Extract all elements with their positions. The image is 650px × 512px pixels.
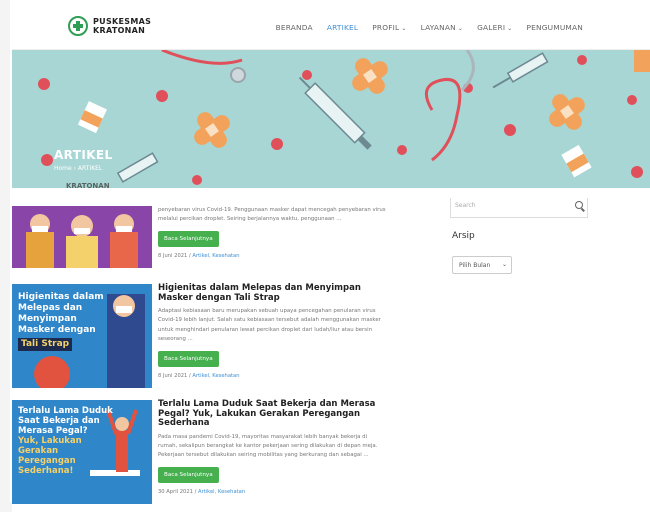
post-date: 30 April 2021	[158, 488, 193, 495]
nav-galeri[interactable]: GALERI ⌄	[477, 23, 512, 32]
read-more-button[interactable]: Baca Selanjutnya	[158, 350, 219, 367]
post-excerpt: penyebaran virus Covid-19. Penggunaan ma…	[158, 207, 386, 223]
breadcrumb[interactable]: Home › ARTIKEL	[54, 165, 102, 172]
post-title[interactable]: Higienitas dalam Melepas dan Menyimpan M…	[158, 283, 386, 303]
thumbnail-caption: Higienitas dalam	[18, 292, 104, 302]
nav-layanan[interactable]: LAYANAN ⌄	[421, 23, 464, 32]
thumbnail-caption: Yuk, Lakukan	[18, 436, 82, 446]
thumbnail-caption: Masker dengan	[18, 325, 96, 335]
site-logo[interactable]: PUSKESMAS KRATONAN	[68, 16, 151, 36]
nav-artikel[interactable]: ARTIKEL	[327, 23, 358, 32]
thumbnail-caption: Peregangan	[18, 456, 76, 466]
post-categories[interactable]: Artikel, Kesehatan	[192, 253, 239, 259]
medical-cross-icon	[68, 16, 88, 36]
archive-select-value: Pilih Bulan	[459, 262, 491, 269]
post-date: 8 Juni 2021	[158, 372, 188, 379]
thumbnail-caption: Merasa Pegal?	[18, 426, 88, 436]
post-meta: 8 Juni 2021 / Artikel, Kesehatan	[158, 252, 240, 259]
archive-heading: Arsip	[452, 231, 475, 241]
thumbnail-caption: Gerakan	[18, 446, 59, 456]
post-thumbnail[interactable]: Higienitas dalam Melepas dan Menyimpan M…	[12, 284, 152, 388]
post-categories[interactable]: Artikel, Kesehatan	[198, 489, 245, 495]
post-date: 8 Juni 2021	[158, 252, 188, 259]
nav-pengumuman[interactable]: PENGUMUMAN	[526, 23, 583, 32]
thumbnail-caption: Saat Bekerja dan	[18, 416, 100, 426]
brand-line-2: KRATONAN	[93, 26, 146, 35]
nav-profil[interactable]: PROFIL ⌄	[372, 23, 406, 32]
archive-month-select[interactable]: Pilih Bulan ⌄	[452, 256, 512, 274]
banner-illustration	[38, 50, 650, 185]
read-more-button[interactable]: Baca Selanjutnya	[158, 230, 219, 247]
nav-beranda[interactable]: BERANDA	[276, 23, 313, 32]
site-header: PUSKESMAS KRATONAN BERANDA ARTIKEL PROFI…	[12, 0, 650, 50]
thumbnail-caption: Terlalu Lama Duduk	[18, 406, 113, 416]
search-icon[interactable]	[575, 201, 583, 209]
chevron-down-icon: ⌄	[401, 25, 407, 32]
search-placeholder: Search	[455, 202, 476, 209]
chevron-down-icon: ⌄	[507, 25, 513, 32]
post-meta: 30 April 2021 / Artikel, Kesehatan	[158, 488, 246, 495]
post-meta: 8 Juni 2021 / Artikel, Kesehatan	[158, 372, 240, 379]
post-excerpt: Pada masa pandemi Covid-19, mayoritas ma…	[158, 433, 378, 459]
page-title: ARTIKEL	[54, 148, 113, 162]
post-title[interactable]: Terlalu Lama Duduk Saat Bekerja dan Mera…	[158, 399, 386, 429]
faded-logo-text: KRATONAN	[66, 182, 110, 190]
post-thumbnail[interactable]	[12, 206, 152, 268]
brand-line-1: PUSKESMAS	[93, 17, 152, 26]
post-categories[interactable]: Artikel, Kesehatan	[192, 373, 239, 379]
post-excerpt: Adaptasi kebiasaan baru merupakan sebuah…	[158, 308, 381, 343]
thumbnail-tag: Tali Strap	[18, 338, 73, 351]
chevron-down-icon: ⌄	[501, 261, 507, 268]
thumbnail-caption: Melepas dan	[18, 303, 83, 313]
post-thumbnail[interactable]: Terlalu Lama Duduk Saat Bekerja dan Mera…	[12, 400, 152, 504]
chevron-down-icon: ⌄	[457, 25, 464, 32]
main-content: KRATONAN penyebaran virus Covid-19. Peng…	[12, 182, 650, 512]
thumbnail-caption: Sederhana!	[18, 466, 74, 476]
thumbnail-caption: Menyimpan	[18, 314, 77, 324]
people-masks-illustration	[12, 206, 152, 268]
page-banner	[12, 50, 650, 188]
search-input[interactable]: Search	[450, 198, 588, 218]
main-nav: BERANDA ARTIKEL PROFIL ⌄ LAYANAN ⌄ GALERI ⌄…	[276, 23, 583, 32]
read-more-button[interactable]: Baca Selanjutnya	[158, 466, 219, 483]
